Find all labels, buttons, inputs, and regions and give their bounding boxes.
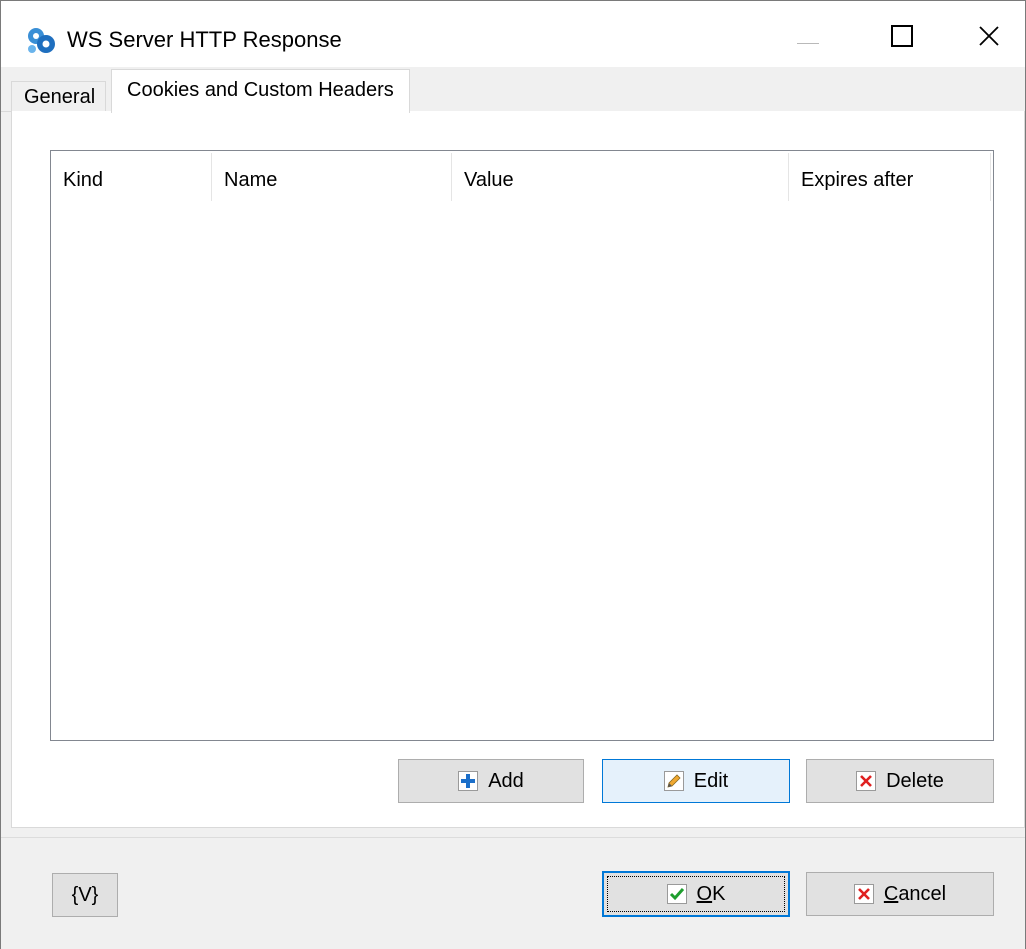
add-button-label: Add xyxy=(488,769,524,792)
edit-button[interactable]: Edit xyxy=(602,759,790,803)
delete-x-icon xyxy=(856,771,877,791)
cancel-button-label: Cancel xyxy=(883,882,947,905)
delete-button-label: Delete xyxy=(886,769,944,792)
column-header-label: Value xyxy=(464,169,514,191)
column-header-kind[interactable]: Kind xyxy=(51,151,212,203)
headers-list[interactable]: Kind Name Value Expires after xyxy=(50,150,994,741)
gears-icon xyxy=(28,28,55,53)
title-bar[interactable]: WS Server HTTP Response xyxy=(1,1,1025,67)
variables-button[interactable]: {V} xyxy=(52,873,118,917)
cancel-x-icon xyxy=(853,884,874,904)
column-header-name[interactable]: Name xyxy=(212,151,452,203)
minimize-icon xyxy=(797,43,819,44)
maximize-button[interactable] xyxy=(857,1,947,67)
add-button[interactable]: Add xyxy=(398,759,584,803)
column-header-label: Kind xyxy=(63,169,104,191)
column-header-label: Name xyxy=(224,169,278,191)
focus-rect xyxy=(607,876,785,912)
close-button[interactable] xyxy=(947,1,1025,67)
tab-cookies-and-custom-headers[interactable]: Cookies and Custom Headers xyxy=(111,69,410,113)
dialog-window: WS Server HTTP Response General Cookies … xyxy=(0,0,1026,949)
column-header-expires-after[interactable]: Expires after xyxy=(789,151,991,203)
ok-button[interactable]: OK xyxy=(602,871,790,917)
close-icon xyxy=(979,26,999,46)
checkmark-icon xyxy=(666,884,687,904)
pencil-icon xyxy=(663,771,684,791)
plus-icon xyxy=(458,771,479,791)
minimize-button[interactable] xyxy=(767,1,857,67)
column-header-value[interactable]: Value xyxy=(452,151,789,203)
delete-button[interactable]: Delete xyxy=(806,759,994,803)
edit-button-label: Edit xyxy=(693,769,729,792)
column-header-label: Expires after xyxy=(801,169,914,191)
tab-general[interactable]: General xyxy=(11,81,107,112)
window-title: WS Server HTTP Response xyxy=(67,27,342,52)
column-separator[interactable] xyxy=(990,153,991,201)
cancel-button[interactable]: Cancel xyxy=(806,872,994,916)
maximize-icon xyxy=(891,25,913,47)
variables-button-label: {V} xyxy=(71,883,99,906)
